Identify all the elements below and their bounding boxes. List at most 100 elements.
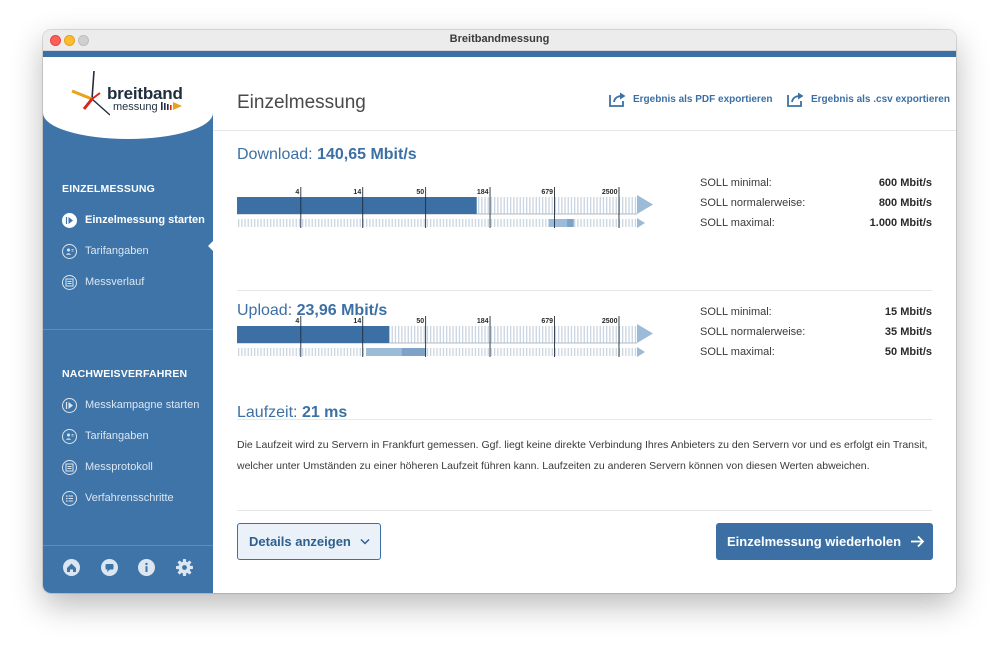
settings-icon[interactable] [175,559,193,576]
scale-hatch-mark [282,348,285,356]
soll-row-minimal: SOLL minimal: 600 Mbit/s [700,177,932,197]
scale-hatch-mark [535,197,537,214]
repeat-measurement-button[interactable]: Einzelmessung wiederholen [716,523,933,560]
scale-hatch-mark [398,326,400,343]
scale-hatch-mark [622,348,624,356]
scale-hatch-mark [318,348,320,356]
scale-hatch-mark [542,197,544,214]
scale-hatch-mark [308,348,310,356]
chat-icon[interactable] [100,559,118,576]
scale-hatch-mark [526,326,528,343]
scale-hatch-mark [439,326,441,343]
scale-hatch-mark [580,197,582,214]
scale-hatch-mark [526,197,528,214]
scale-tick-label: 184 [477,189,489,196]
sidebar-item-verfahrensschritte[interactable]: Verfahrensschritte [62,489,174,507]
home-icon[interactable] [63,559,81,576]
sidebar-item-messkampagne-starten[interactable]: Messkampagne starten [62,396,199,414]
scale-hatch-mark [382,219,384,227]
scale-hatch-mark [270,219,272,227]
scale-hatch-mark [340,348,342,356]
scale-hatch-mark [558,197,560,214]
scale-hatch-mark [503,197,505,214]
scale-hatch-mark [631,197,633,214]
scale-hatch-mark [439,348,441,356]
scale-hatch-mark [551,348,553,356]
upload-soll-list: SOLL minimal: 15 Mbit/s SOLL normalerwei… [700,306,932,366]
sidebar-item-tarifangaben[interactable]: Tarifangaben [62,242,149,260]
scale-hatch-mark [423,219,425,227]
nav-heading-einzelmessung: EINZELMESSUNG [62,183,156,195]
scale-hatch-mark [497,219,499,227]
scale-hatch-mark [609,197,611,214]
scale-hatch-mark [423,326,425,343]
export-csv-link[interactable]: Ergebnis als .csv exportieren [787,91,950,107]
sidebar-item-messverlauf[interactable]: Messverlauf [62,273,144,291]
sidebar-item-label: Messprotokoll [85,461,153,473]
soll-value: 1.000 Mbit/s [869,217,932,229]
scale-hatch-mark [465,348,467,356]
scale-hatch-mark [292,348,294,356]
scale-hatch-mark [583,348,585,356]
scale-hatch-mark [622,326,624,343]
scale-hatch-mark [519,348,521,356]
scale-hatch-mark [474,348,477,356]
scale-hatch-mark [417,326,419,343]
sidebar-item-messprotokoll[interactable]: Messprotokoll [62,458,153,476]
scale-hatch-mark [366,219,368,227]
scale-hatch-mark [270,348,272,356]
scale-hatch-mark [545,326,547,343]
scale-hatch-mark [513,219,515,227]
scale-hatch-mark [631,326,633,343]
scale-hatch-mark [391,326,393,343]
export-pdf-link[interactable]: Ergebnis als PDF exportieren [609,91,773,107]
scale-hatch-mark [503,348,505,356]
details-button[interactable]: Details anzeigen [237,523,381,560]
sidebar-item-tarifangaben-nachweis[interactable]: Tarifangaben [62,427,149,445]
scale-tick-label: 679 [541,189,553,196]
scale-hatch-mark [420,326,422,343]
scale-hatch-mark [631,219,633,227]
scale-hatch-mark [481,326,483,343]
scale-hatch-mark [494,348,496,356]
scale-hatch-mark [551,197,553,214]
scale-hatch-mark [602,348,605,356]
scale-hatch-mark [590,197,592,214]
soll-row-maximal: SOLL maximal: 1.000 Mbit/s [700,217,932,237]
scale-hatch-mark [314,348,317,356]
scale-hatch-mark [586,219,589,227]
sidebar-item-einzelmessung-starten[interactable]: Einzelmessung starten [62,211,205,229]
scale-hatch-mark [497,348,499,356]
scale-hatch-mark [410,326,413,343]
scale-tick-label: 4 [295,318,299,325]
soll-label: SOLL maximal: [700,217,775,229]
scale-hatch-mark [487,348,489,356]
info-icon[interactable] [138,559,156,576]
scale-hatch-mark [570,326,573,343]
steps-icon [62,490,77,506]
scale-hatch-mark [378,219,381,227]
scale-hatch-mark [522,219,525,227]
scale-hatch-mark [474,219,477,227]
scale-hatch-mark [564,348,566,356]
scale-hatch-mark [334,219,336,227]
chevron-down-icon [360,538,370,545]
scale-hatch-mark [385,219,387,227]
scale-hatch-mark [462,219,464,227]
scale-hatch-mark [449,326,451,343]
scale-hatch-mark [241,348,243,356]
scale-hatch-mark [497,197,499,214]
soll-row-normal: SOLL normalerweise: 35 Mbit/s [700,326,932,346]
scale-hatch-mark [506,197,509,214]
download-value: 140,65 Mbit/s [317,146,417,163]
scale-hatch-mark [446,219,448,227]
app-window: Breitbandmessung breitband messung EINZE… [43,30,956,593]
scale-hatch-mark [346,219,349,227]
scale-hatch-mark [532,326,534,343]
scale-hatch-mark [577,326,579,343]
logo: breitband messung [43,57,213,139]
scale-hatch-mark [404,219,406,227]
scale-hatch-mark [257,348,259,356]
sidebar-divider [43,329,213,330]
scale-hatch-mark [260,348,262,356]
